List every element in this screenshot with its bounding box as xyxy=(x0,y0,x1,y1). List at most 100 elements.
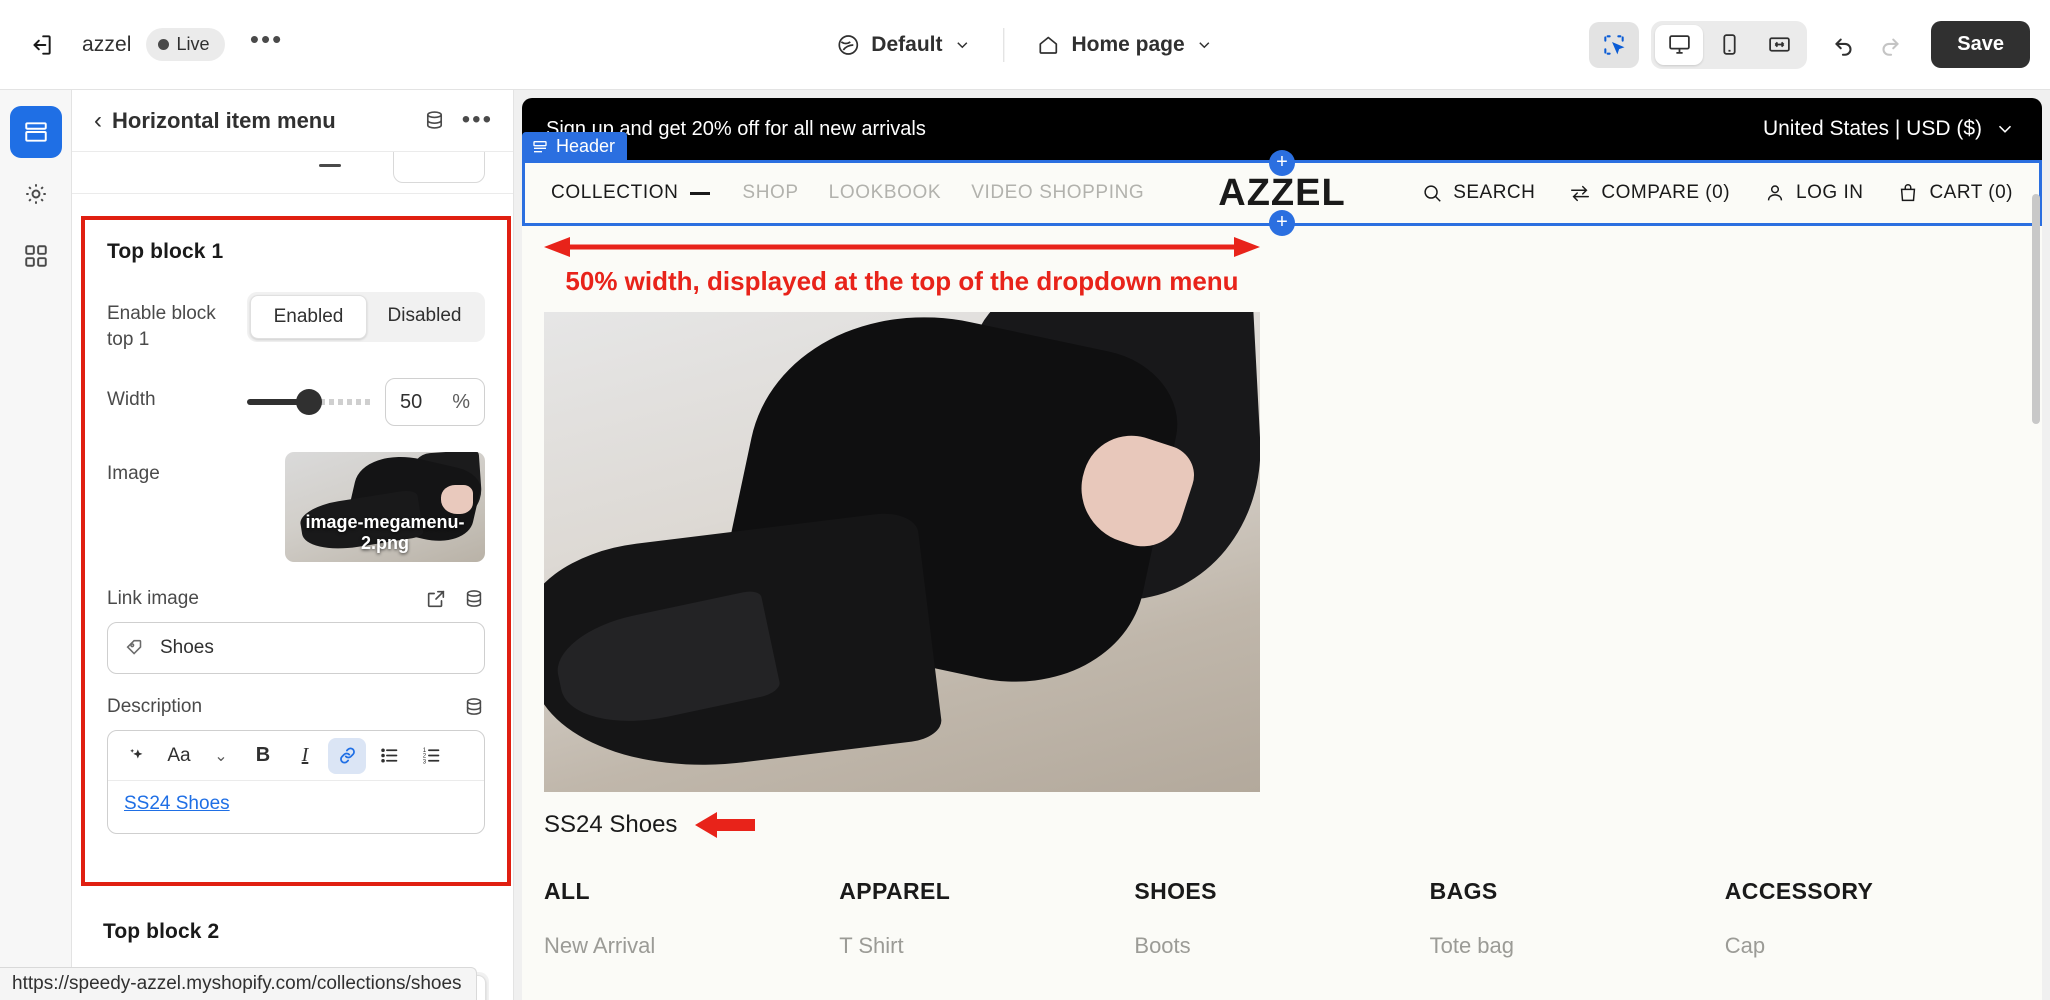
live-status-badge: Live xyxy=(145,28,225,61)
chevron-down-icon xyxy=(1998,125,2012,133)
width-input[interactable]: 50 % xyxy=(385,378,485,427)
top-block-1-title: Top block 1 xyxy=(107,240,224,263)
hero-caption[interactable]: SS24 Shoes xyxy=(544,811,677,839)
clipped-divider xyxy=(319,164,341,167)
column-heading[interactable]: ACCESSORY xyxy=(1725,878,2020,905)
rail-item-apps[interactable] xyxy=(10,230,62,282)
rail-item-settings[interactable] xyxy=(10,168,62,220)
mobile-icon[interactable] xyxy=(1705,25,1753,65)
panel-more-button[interactable]: ••• xyxy=(462,107,493,132)
enable-block-top-1-enabled-option[interactable]: Enabled xyxy=(250,295,367,339)
live-label: Live xyxy=(176,34,210,54)
tag-icon xyxy=(124,637,146,659)
sparkle-icon[interactable] xyxy=(118,738,156,774)
previous-setting-row-clipped xyxy=(72,152,513,194)
utility-compare[interactable]: COMPARE (0) xyxy=(1569,182,1730,204)
megamenu-hero-image[interactable] xyxy=(544,312,1260,792)
device-preview-group xyxy=(1651,20,1808,69)
nav-item-lookbook[interactable]: LOOKBOOK xyxy=(829,182,942,204)
redo-icon xyxy=(1867,23,1913,67)
page-selector[interactable]: Home page xyxy=(1022,24,1227,66)
preview-area: Sign up and get 20% off for all new arri… xyxy=(514,90,2050,1000)
column-heading[interactable]: ALL xyxy=(544,878,839,905)
megamenu-column: ALL New Arrival xyxy=(544,878,839,959)
description-link-text[interactable]: SS24 Shoes xyxy=(124,793,230,814)
chevron-down-icon xyxy=(1199,41,1210,48)
external-link-icon[interactable] xyxy=(425,588,447,610)
chevron-down-icon[interactable]: ⌄ xyxy=(202,738,240,774)
topbar-divider xyxy=(1003,27,1005,62)
utility-cart[interactable]: CART (0) xyxy=(1897,182,2013,204)
fullwidth-icon[interactable] xyxy=(1755,25,1803,65)
bold-button[interactable]: B xyxy=(244,738,282,774)
nav-item-video-shopping[interactable]: VIDEO SHOPPING xyxy=(971,182,1144,204)
column-item[interactable]: T Shirt xyxy=(839,933,1134,959)
utility-search-label: SEARCH xyxy=(1453,182,1536,203)
top-block-2-title: Top block 2 xyxy=(103,920,220,943)
utility-login[interactable]: LOG IN xyxy=(1764,182,1863,204)
database-icon[interactable] xyxy=(463,696,485,718)
topbar-center-group: Default Home page xyxy=(822,24,1227,66)
width-slider[interactable] xyxy=(247,389,385,416)
nav-item-collection[interactable]: COLLECTION xyxy=(551,182,678,204)
panel-back-button[interactable]: ‹ xyxy=(90,103,112,139)
link-image-label-row: Link image xyxy=(107,588,485,610)
theme-selector[interactable]: Default xyxy=(822,24,985,66)
compare-icon xyxy=(1571,185,1590,202)
main-nav: COLLECTION SHOP LOOKBOOK VIDEO SHOPPING xyxy=(551,182,1144,204)
width-slider-track[interactable] xyxy=(247,389,371,416)
header-section-icon xyxy=(533,140,547,152)
font-size-button[interactable]: Aa xyxy=(160,738,198,774)
column-item[interactable]: New Arrival xyxy=(544,933,839,959)
left-rail xyxy=(0,90,72,1000)
locale-selector[interactable]: United States | USD ($) xyxy=(1763,117,2016,141)
description-content[interactable]: SS24 Shoes xyxy=(108,781,484,833)
italic-button[interactable]: I xyxy=(286,738,324,774)
sections-icon xyxy=(24,122,47,142)
utility-login-label: LOG IN xyxy=(1796,182,1864,203)
live-dot-icon xyxy=(157,39,169,50)
numbered-list-icon[interactable]: 123 xyxy=(412,738,450,774)
link-icon[interactable] xyxy=(328,737,366,774)
exit-icon[interactable] xyxy=(18,22,64,68)
desktop-icon[interactable] xyxy=(1655,24,1704,65)
clipped-segment-control[interactable] xyxy=(393,152,485,183)
brand-logo[interactable]: AZZEL xyxy=(1218,172,1345,215)
top-block-1-section: Top block 1 Enable block top 1 Enabled D… xyxy=(81,216,511,886)
link-image-value: Shoes xyxy=(160,637,214,659)
rail-item-sections[interactable] xyxy=(9,106,62,158)
undo-icon[interactable] xyxy=(1821,23,1867,67)
settings-panel: ‹ Horizontal item menu ••• Top block 1 E… xyxy=(72,90,514,1000)
select-tool-icon[interactable] xyxy=(1589,21,1640,68)
add-section-below-button[interactable]: + xyxy=(1269,210,1295,236)
database-icon[interactable] xyxy=(463,588,485,610)
width-row: Width 50 % xyxy=(107,378,485,427)
width-slider-knob[interactable] xyxy=(296,389,322,416)
hero-caption-row: SS24 Shoes xyxy=(544,810,2042,840)
enable-block-top-1-disabled-option[interactable]: Disabled xyxy=(367,295,482,339)
column-item[interactable]: Cap xyxy=(1725,933,2020,959)
header-tag-label: Header xyxy=(556,136,616,156)
annotation-left-arrow xyxy=(695,812,756,838)
locale-label: United States | USD ($) xyxy=(1762,117,1982,140)
database-icon[interactable] xyxy=(423,109,446,132)
bullet-list-icon[interactable] xyxy=(370,738,408,774)
column-heading[interactable]: BAGS xyxy=(1430,878,1725,905)
utility-cart-label: CART (0) xyxy=(1929,182,2013,203)
column-heading[interactable]: APPAREL xyxy=(839,878,1134,905)
image-thumbnail[interactable]: image-megamenu-2.png xyxy=(285,452,485,563)
nav-item-shop[interactable]: SHOP xyxy=(742,182,798,204)
add-section-above-button[interactable]: + xyxy=(1269,150,1295,176)
column-heading[interactable]: SHOES xyxy=(1134,878,1429,905)
header-section-tag[interactable]: Header xyxy=(522,132,628,162)
thumb-shape-hand xyxy=(441,485,473,514)
column-item[interactable]: Boots xyxy=(1134,933,1429,959)
link-image-input[interactable]: Shoes xyxy=(107,622,485,675)
preview-scrollbar[interactable] xyxy=(2032,194,2040,424)
save-button[interactable]: Save xyxy=(1931,21,2030,68)
utility-search[interactable]: SEARCH xyxy=(1421,182,1535,204)
enable-block-top-1-segmented: Enabled Disabled xyxy=(247,292,485,342)
site-header-section[interactable]: Header + + COLLECTION SHOP LOOKBOOK VIDE… xyxy=(522,132,2042,236)
topbar-more-button[interactable]: ••• xyxy=(245,24,289,65)
column-item[interactable]: Tote bag xyxy=(1430,933,1725,959)
